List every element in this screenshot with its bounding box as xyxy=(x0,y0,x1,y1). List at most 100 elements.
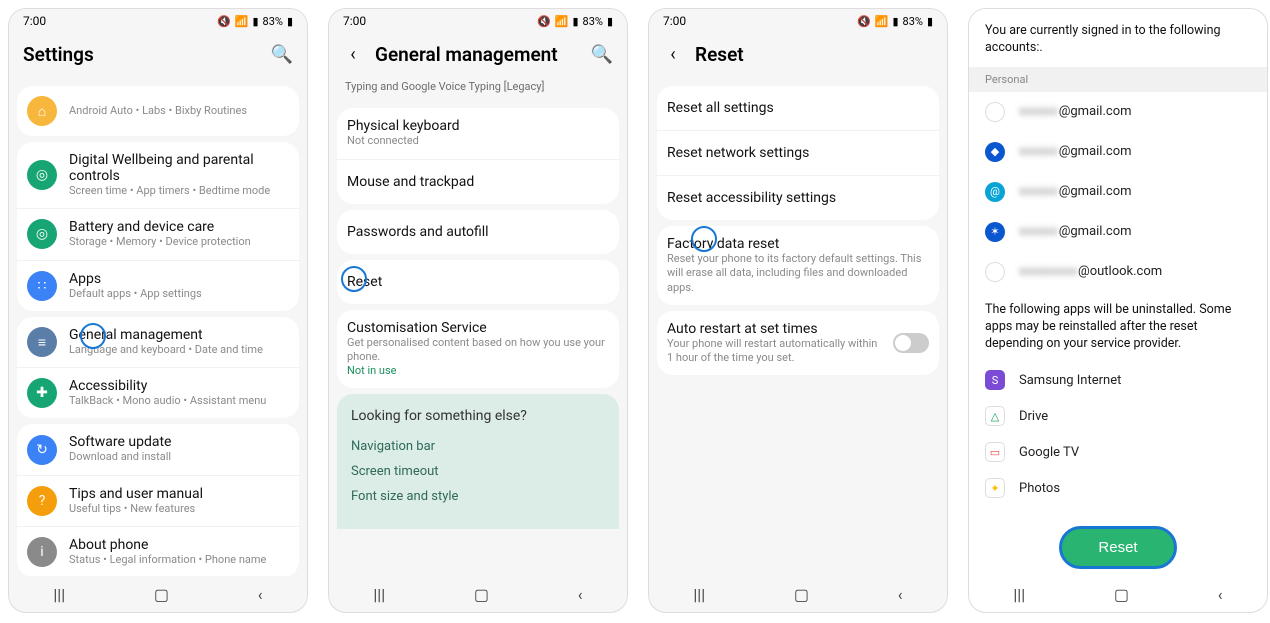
item-title: Reset all settings xyxy=(667,96,929,120)
reset-list: Reset all settings Reset network setting… xyxy=(649,80,947,576)
status-time: 7:00 xyxy=(23,14,46,28)
nav-recents[interactable]: ||| xyxy=(53,585,65,604)
row-passwords-autofill[interactable]: Passwords and autofill xyxy=(337,210,619,254)
nav-home[interactable]: ▢ xyxy=(1114,585,1129,604)
nav-back[interactable]: ‹ xyxy=(1218,585,1223,604)
status-time: 7:00 xyxy=(343,14,366,28)
item-title: Software update xyxy=(69,434,289,450)
settings-item-accessibility[interactable]: ✚ Accessibility TalkBack • Mono audio • … xyxy=(17,368,299,418)
search-icon[interactable]: 🔍 xyxy=(271,44,293,65)
account-row: G xxxxxx@gmail.com xyxy=(969,92,1267,132)
item-status: Not in use xyxy=(347,364,609,378)
title-bar: Settings 🔍 xyxy=(9,33,307,80)
settings-item-about[interactable]: i About phone Status • Legal information… xyxy=(17,527,299,576)
nav-bar: ||| ▢ ‹ xyxy=(329,576,627,612)
tips-icon: ? xyxy=(27,486,57,516)
battery-icon: ▮ xyxy=(927,15,933,28)
nav-back[interactable]: ‹ xyxy=(258,585,263,604)
nav-recents[interactable]: ||| xyxy=(1013,585,1025,604)
about-icon: i xyxy=(27,537,57,567)
search-icon[interactable]: 🔍 xyxy=(591,44,613,65)
row-reset-network-settings[interactable]: Reset network settings xyxy=(657,131,939,176)
row-reset[interactable]: Reset xyxy=(337,260,619,304)
signal-icon: ▮ xyxy=(572,15,578,28)
back-icon[interactable]: ‹ xyxy=(663,44,683,65)
settings-item-apps[interactable]: ∷ Apps Default apps • App settings xyxy=(17,261,299,311)
settings-item-software-update[interactable]: ↻ Software update Download and install xyxy=(17,424,299,475)
intro-text: You are currently signed in to the follo… xyxy=(969,13,1267,67)
app-name: Photos xyxy=(1019,481,1060,496)
apps-intro-text: The following apps will be uninstalled. … xyxy=(969,292,1267,363)
reset-button[interactable]: Reset xyxy=(1059,526,1176,569)
service-icon: ✶ xyxy=(985,222,1005,242)
item-title: General management xyxy=(69,327,289,343)
google-tv-icon: ▭ xyxy=(985,442,1005,462)
row-factory-data-reset[interactable]: Factory data reset Reset your phone to i… xyxy=(657,226,939,305)
screen-settings: 7:00 🔇 📶 ▮ 83% ▮ Settings 🔍 ⌂ Android Au… xyxy=(8,8,308,613)
nav-home[interactable]: ▢ xyxy=(474,585,489,604)
wifi-icon: 📶 xyxy=(235,15,249,28)
nav-bar: ||| ▢ ‹ xyxy=(969,576,1267,612)
app-row-drive: △ Drive xyxy=(969,398,1267,434)
item-title: Reset accessibility settings xyxy=(667,186,929,210)
acct-domain: @gmail.com xyxy=(1059,224,1132,239)
status-bar: 7:00 🔇 📶 ▮ 83% ▮ xyxy=(329,9,627,33)
row-customisation-service[interactable]: Customisation Service Get personalised c… xyxy=(337,310,619,389)
onedrive-icon: ☁ xyxy=(985,262,1005,282)
page-title: General management xyxy=(375,43,579,66)
confirm-content: You are currently signed in to the follo… xyxy=(969,9,1267,576)
photos-icon: ✦ xyxy=(985,478,1005,498)
item-sub: Storage • Memory • Device protection xyxy=(69,235,289,249)
wifi-icon: 📶 xyxy=(875,15,889,28)
status-right: 🔇 📶 ▮ 83% ▮ xyxy=(537,15,613,28)
item-sub: Default apps • App settings xyxy=(69,287,289,301)
page-title: Settings xyxy=(23,43,259,66)
acct-domain: @gmail.com xyxy=(1059,184,1132,199)
acct-blur: xxxxxxxxx xyxy=(1019,264,1077,279)
back-icon[interactable]: ‹ xyxy=(343,44,363,65)
row-physical-keyboard[interactable]: Physical keyboard Not connected xyxy=(337,108,619,159)
looking-panel: Looking for something else? Navigation b… xyxy=(337,394,619,529)
item-sub: Download and install xyxy=(69,450,289,464)
link-screen-timeout[interactable]: Screen timeout xyxy=(351,459,605,484)
settings-item-general-management[interactable]: ≡ General management Language and keyboa… xyxy=(17,317,299,368)
screen-general-management: 7:00 🔇 📶 ▮ 83% ▮ ‹ General management 🔍 … xyxy=(328,8,628,613)
row-reset-all-settings[interactable]: Reset all settings xyxy=(657,86,939,131)
settings-item-advanced[interactable]: ⌂ Android Auto • Labs • Bixby Routines xyxy=(17,86,299,136)
nav-home[interactable]: ▢ xyxy=(154,585,169,604)
drive-icon: △ xyxy=(985,406,1005,426)
reset-button-wrap: Reset xyxy=(969,506,1267,576)
nav-back[interactable]: ‹ xyxy=(578,585,583,604)
toggle-auto-restart[interactable] xyxy=(893,333,929,353)
row-reset-accessibility-settings[interactable]: Reset accessibility settings xyxy=(657,176,939,220)
item-title: Reset network settings xyxy=(667,141,929,165)
item-title: Apps xyxy=(69,271,289,287)
item-sub: Your phone will restart automatically wi… xyxy=(667,337,881,366)
nav-recents[interactable]: ||| xyxy=(373,585,385,604)
status-time: 7:00 xyxy=(663,14,686,28)
acct-blur: xxxxxx xyxy=(1019,144,1058,159)
account-row: ◆ xxxxxx@gmail.com xyxy=(969,132,1267,172)
title-bar: ‹ Reset xyxy=(649,33,947,80)
battery-text: 83% xyxy=(903,15,923,28)
status-right: 🔇 📶 ▮ 83% ▮ xyxy=(217,15,293,28)
app-row-photos: ✦ Photos xyxy=(969,470,1267,506)
acct-blur: xxxxxx xyxy=(1019,224,1058,239)
labs-icon: ⌂ xyxy=(27,96,57,126)
account-row: ☁ xxxxxxxxx@outlook.com xyxy=(969,252,1267,292)
settings-item-tips[interactable]: ? Tips and user manual Useful tips • New… xyxy=(17,476,299,527)
nav-recents[interactable]: ||| xyxy=(693,585,705,604)
nav-back[interactable]: ‹ xyxy=(898,585,903,604)
nav-home[interactable]: ▢ xyxy=(794,585,809,604)
general-icon: ≡ xyxy=(27,327,57,357)
link-navigation-bar[interactable]: Navigation bar xyxy=(351,434,605,459)
item-title: About phone xyxy=(69,537,289,553)
signal-icon: ▮ xyxy=(252,15,258,28)
settings-item-wellbeing[interactable]: ◎ Digital Wellbeing and parental control… xyxy=(17,142,299,209)
item-title: Physical keyboard xyxy=(347,118,609,134)
row-auto-restart[interactable]: Auto restart at set times Your phone wil… xyxy=(657,311,939,376)
settings-item-battery[interactable]: ◎ Battery and device care Storage • Memo… xyxy=(17,209,299,260)
status-bar: 7:00 🔇 📶 ▮ 83% ▮ xyxy=(649,9,947,33)
link-font-size-style[interactable]: Font size and style xyxy=(351,484,605,509)
row-mouse-trackpad[interactable]: Mouse and trackpad xyxy=(337,160,619,204)
